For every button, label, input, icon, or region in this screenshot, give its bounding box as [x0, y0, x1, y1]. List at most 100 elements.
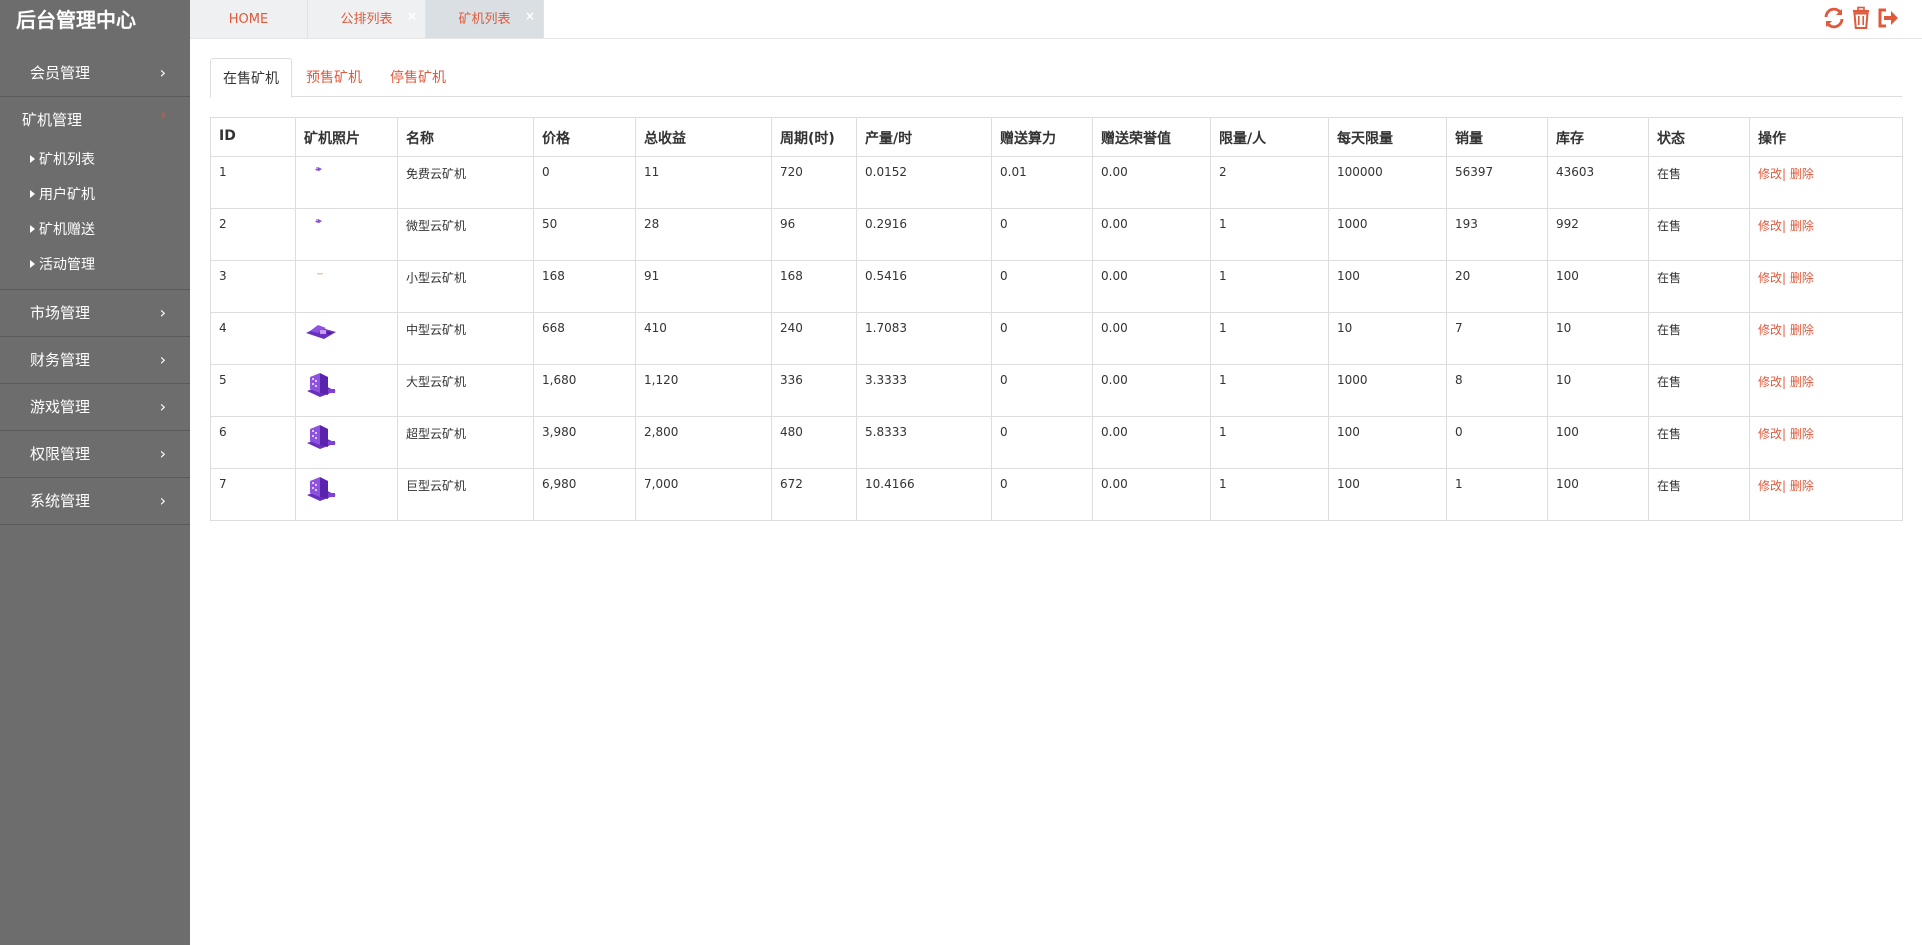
actions-cell: 修改| 删除 [1749, 468, 1903, 521]
edit-link[interactable]: 修改 [1758, 375, 1782, 389]
column-header: 总收益 [635, 117, 772, 157]
sidebar-item-activities[interactable]: 活动管理 [0, 248, 190, 283]
edit-link[interactable]: 修改 [1758, 479, 1782, 493]
delete-link[interactable]: 删除 [1790, 479, 1814, 493]
cell-cycle: 240 [771, 312, 857, 365]
cell-status: 在售 [1648, 416, 1750, 469]
sidebar-item-miner-list[interactable]: 矿机列表 [0, 143, 190, 178]
column-header: 操作 [1749, 117, 1903, 157]
refresh-icon[interactable] [1822, 6, 1846, 30]
sidebar-item-user-miners[interactable]: 用户矿机 [0, 178, 190, 213]
menu-games[interactable]: 游戏管理 › [0, 384, 190, 430]
trash-icon[interactable] [1849, 6, 1873, 30]
cell-rate: 10.4166 [856, 468, 992, 521]
actions-cell: 修改| 删除 [1749, 208, 1903, 261]
cell-name: 大型云矿机 [397, 364, 534, 417]
sidebar-item-miner-gift[interactable]: 矿机赠送 [0, 213, 190, 248]
delete-link[interactable]: 删除 [1790, 167, 1814, 181]
tab-on-sale[interactable]: 在售矿机 [210, 58, 292, 98]
miner-image [304, 477, 338, 508]
chevron-right-icon: › [159, 397, 166, 416]
menu-group-games: 游戏管理 › [0, 384, 190, 431]
cell-daily: 10 [1328, 312, 1447, 365]
cell-total: 2,800 [635, 416, 772, 469]
column-header: 赠送算力 [991, 117, 1093, 157]
cell-stock: 100 [1547, 260, 1649, 313]
cell-sold: 193 [1446, 208, 1548, 261]
tab-discontinued[interactable]: 停售矿机 [378, 58, 458, 97]
cell-limit: 1 [1210, 416, 1329, 469]
menu-group-miners: 矿机管理 › 矿机列表 用户矿机 矿机赠送 活动管理 [0, 97, 190, 290]
column-header: 价格 [533, 117, 636, 157]
separator: | [1782, 271, 1787, 285]
column-header: 名称 [397, 117, 534, 157]
cell-status: 在售 [1648, 208, 1750, 261]
tab-public-list[interactable]: 公排列表 × [308, 0, 426, 38]
cell-id: 6 [210, 416, 296, 469]
chevron-right-icon: › [159, 444, 166, 463]
tab-miner-list[interactable]: 矿机列表 × [426, 0, 544, 38]
sidebar-item-label: 矿机赠送 [39, 222, 95, 238]
cell-price: 0 [533, 156, 636, 209]
close-icon[interactable]: × [525, 0, 535, 36]
cell-name: 超型云矿机 [397, 416, 534, 469]
menu-permissions[interactable]: 权限管理 › [0, 431, 190, 477]
cell-status: 在售 [1648, 156, 1750, 209]
menu-system[interactable]: 系统管理 › [0, 478, 190, 524]
miner-image [304, 218, 334, 232]
table-row: 6 超型云矿机 3,980 2,800 480 5.8333 0 0.00 1 100 0 100 在售… [210, 416, 1903, 469]
edit-link[interactable]: 修改 [1758, 219, 1782, 233]
menu-group-system: 系统管理 › [0, 478, 190, 525]
miner-table: ID 矿机照片 名称 价格 总收益 周期(时) 产量/时 赠送算力 赠送荣誉值 限量/人 每天限量销… [210, 117, 1903, 521]
table-header-row: ID 矿机照片 名称 价格 总收益 周期(时) 产量/时 赠送算力 赠送荣誉值 限量/人 每天限量销… [210, 117, 1903, 157]
table-row: 4 中型云矿机 668 410 240 1.7083 0 0.00 1 10 7 10 在售 修改| 删除 [210, 312, 1903, 365]
table-row: 5 大型云矿机 1,680 1,120 336 3.3333 0 0.00 1 1000 8 10 在售… [210, 364, 1903, 417]
delete-link[interactable]: 删除 [1790, 375, 1814, 389]
tab-home[interactable]: HOME [190, 0, 308, 38]
cell-status: 在售 [1648, 260, 1750, 313]
cell-cycle: 480 [771, 416, 857, 469]
menu-label: 会员管理 [30, 64, 91, 82]
cell-power: 0 [991, 260, 1093, 313]
menu-label: 游戏管理 [30, 398, 91, 416]
miner-photo-cell [295, 208, 398, 261]
menu-finance[interactable]: 财务管理 › [0, 337, 190, 383]
delete-link[interactable]: 删除 [1790, 219, 1814, 233]
chevron-down-icon: › [160, 108, 166, 123]
cell-daily: 1000 [1328, 364, 1447, 417]
delete-link[interactable]: 删除 [1790, 427, 1814, 441]
cell-sold: 20 [1446, 260, 1548, 313]
miner-image [304, 325, 338, 344]
cell-status: 在售 [1648, 468, 1750, 521]
cell-limit: 1 [1210, 260, 1329, 313]
logout-icon[interactable] [1876, 6, 1900, 30]
cell-daily: 1000 [1328, 208, 1447, 261]
edit-link[interactable]: 修改 [1758, 167, 1782, 181]
cell-id: 4 [210, 312, 296, 365]
actions-cell: 修改| 删除 [1749, 364, 1903, 417]
column-header: 状态 [1648, 117, 1750, 157]
cell-price: 50 [533, 208, 636, 261]
sidebar-item-label: 用户矿机 [39, 187, 95, 203]
cell-daily: 100000 [1328, 156, 1447, 209]
cell-sold: 8 [1446, 364, 1548, 417]
chevron-right-icon: › [159, 350, 166, 369]
edit-link[interactable]: 修改 [1758, 427, 1782, 441]
edit-link[interactable]: 修改 [1758, 323, 1782, 337]
delete-link[interactable]: 删除 [1790, 323, 1814, 337]
menu-market[interactable]: 市场管理 › [0, 290, 190, 336]
cell-name: 中型云矿机 [397, 312, 534, 365]
menu-members[interactable]: 会员管理 › [0, 50, 190, 96]
tab-presale[interactable]: 预售矿机 [294, 58, 374, 97]
close-icon[interactable]: × [407, 0, 417, 36]
cell-price: 6,980 [533, 468, 636, 521]
main-content: 在售矿机 预售矿机 停售矿机 ID 矿机照片 名称 价格 总收益 周期(时) 产量/时 赠送算… [210, 58, 1903, 521]
delete-link[interactable]: 删除 [1790, 271, 1814, 285]
tab-label: HOME [228, 12, 269, 27]
cell-limit: 1 [1210, 468, 1329, 521]
column-header: 销量 [1446, 117, 1548, 157]
menu-miners[interactable]: 矿机管理 › [0, 97, 190, 143]
edit-link[interactable]: 修改 [1758, 271, 1782, 285]
actions-cell: 修改| 删除 [1749, 260, 1903, 313]
cell-power: 0 [991, 468, 1093, 521]
